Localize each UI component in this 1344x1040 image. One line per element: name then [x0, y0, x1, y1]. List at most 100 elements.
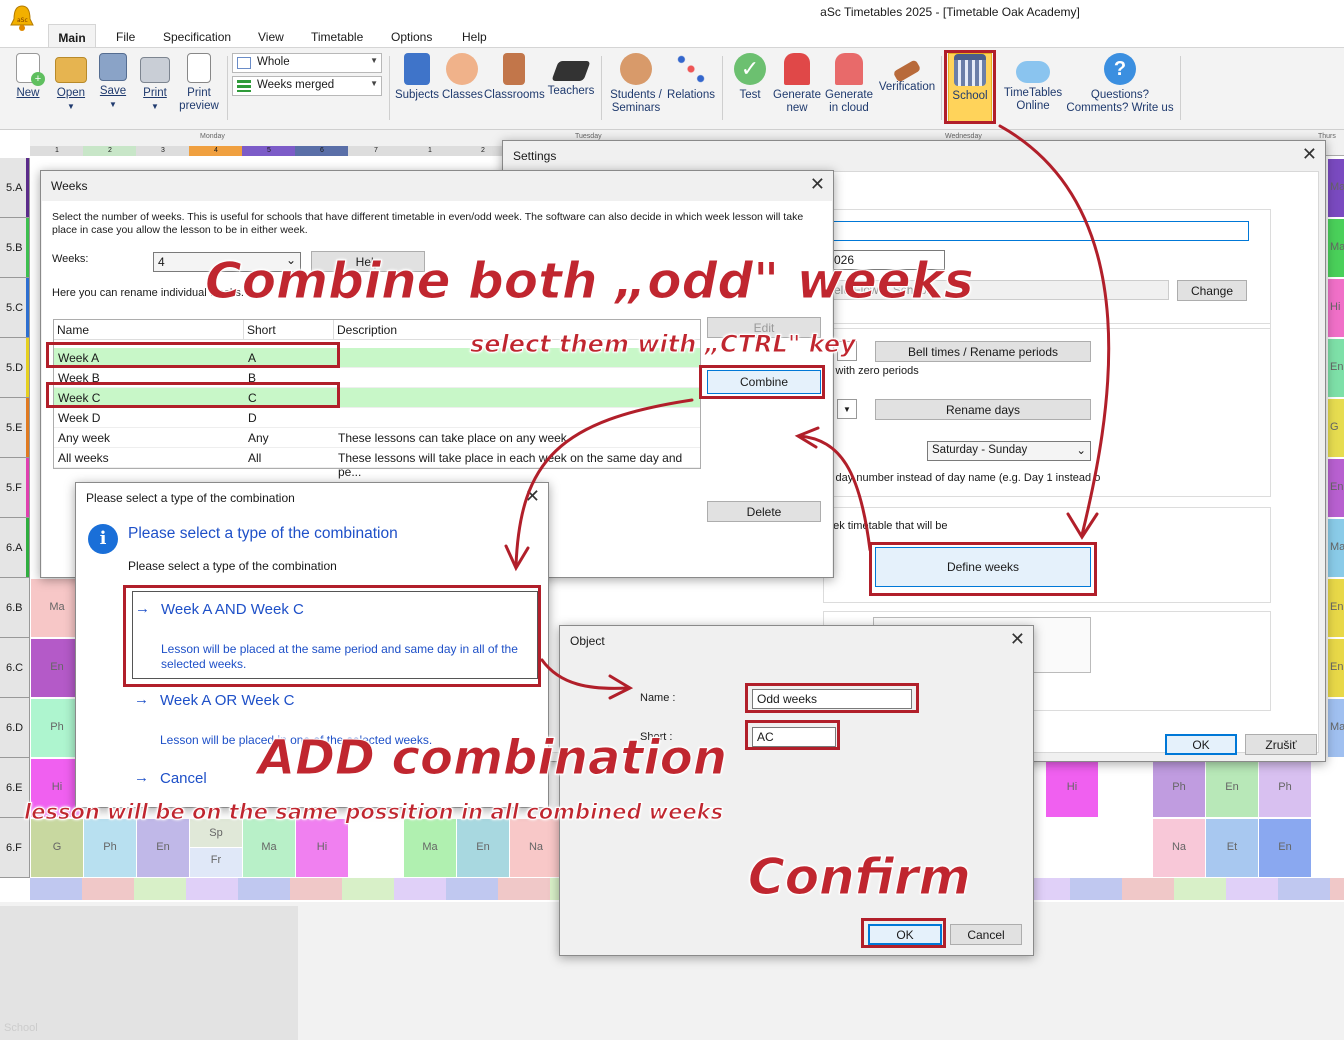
subjects-button[interactable]: Subjects	[394, 53, 440, 102]
new-button[interactable]: + New	[10, 53, 46, 100]
questions-button[interactable]: ? Questions? Comments? Write us	[1064, 53, 1176, 115]
tt-online-label-1: TimeTables	[1003, 87, 1063, 99]
object-cancel-button[interactable]: Cancel	[950, 924, 1022, 945]
lesson-cell[interactable]: En	[137, 819, 189, 877]
row-label-5f[interactable]: 5.F	[0, 458, 30, 518]
arrow-right-icon: →	[134, 769, 149, 786]
col-header-name[interactable]: Name	[54, 320, 244, 340]
row-label-6a[interactable]: 6.A	[0, 518, 30, 578]
chevron-down-icon: ▼	[370, 56, 378, 65]
rename-days-button[interactable]: Rename days	[875, 399, 1091, 420]
verification-button[interactable]: Verification	[876, 53, 938, 94]
week-row-d[interactable]: Week D D	[54, 408, 700, 428]
row-label-5b[interactable]: 5.B	[0, 218, 30, 278]
row-label-5a[interactable]: 5.A	[0, 158, 30, 218]
lesson-cell[interactable]: En	[1328, 339, 1344, 397]
menu-main[interactable]: Main	[48, 24, 96, 48]
menu-file[interactable]: File	[116, 30, 135, 44]
delete-button[interactable]: Delete	[707, 501, 821, 522]
weekend-select[interactable]: Saturday - Sunday ⌄	[927, 441, 1091, 461]
generate-in-cloud-button[interactable]: Generate in cloud	[824, 53, 874, 115]
week-row-all[interactable]: All weeks All These lessons will take plac…	[54, 448, 700, 479]
print-button[interactable]: Print ▼	[138, 53, 172, 113]
week-row-any[interactable]: Any week Any These lessons can take place …	[54, 428, 700, 448]
days-dropdown[interactable]: ▼	[837, 399, 857, 419]
row-label-6d[interactable]: 6.D	[0, 698, 30, 758]
open-button[interactable]: Open ▼	[52, 53, 90, 113]
lesson-cell[interactable]: Ma	[1328, 219, 1344, 277]
classrooms-button[interactable]: Classrooms	[484, 53, 545, 102]
lesson-cell[interactable]: En	[1206, 759, 1258, 817]
grid-icon	[237, 57, 251, 69]
lesson-cell[interactable]: Fr	[190, 848, 242, 877]
lesson-cell[interactable]: Hi	[296, 819, 348, 877]
col-header-short[interactable]: Short	[244, 320, 334, 340]
week-timetable-label: eek timetable that will be	[827, 520, 948, 532]
save-dropdown-icon[interactable]: ▼	[96, 98, 130, 111]
highlight-and-option	[123, 585, 541, 687]
week-view-select[interactable]: Weeks merged ▼	[232, 76, 382, 96]
lesson-cell[interactable]: Hi	[1046, 759, 1098, 817]
lesson-cell[interactable]: Ph	[1259, 759, 1311, 817]
settings-ok-button[interactable]: OK	[1165, 734, 1237, 755]
menu-specification[interactable]: Specification	[163, 30, 231, 44]
close-icon[interactable]: ✕	[1010, 629, 1025, 650]
menu-help[interactable]: Help	[462, 30, 487, 44]
open-dropdown-icon[interactable]: ▼	[52, 100, 90, 113]
lesson-cell[interactable]: G	[31, 819, 83, 877]
object-dialog: Object ✕ Name : Odd weeks Short : AC OK …	[559, 625, 1034, 956]
weeks-description: Select the number of weeks. This is usef…	[52, 211, 804, 236]
siren-icon	[784, 53, 810, 85]
app-bell-icon[interactable]: aSc	[8, 3, 38, 33]
annotation-ctrl: select them with „CTRL" key	[470, 330, 857, 359]
close-icon[interactable]: ✕	[525, 486, 540, 507]
timetables-online-button[interactable]: TimeTables Online	[1000, 53, 1066, 113]
lesson-cell[interactable]: Ph	[1153, 759, 1205, 817]
close-icon[interactable]: ✕	[1302, 144, 1317, 165]
lesson-cell[interactable]: Hi	[1328, 279, 1344, 337]
teachers-button[interactable]: Teachers	[546, 53, 596, 98]
period-number: 4	[214, 147, 218, 154]
lesson-cell[interactable]: Ph	[84, 819, 136, 877]
footer-panel	[0, 906, 298, 1040]
question-mark-icon: ?	[1104, 53, 1136, 85]
lesson-cell[interactable]: G	[1328, 399, 1344, 457]
lesson-cell[interactable]: Na	[1153, 819, 1205, 877]
lesson-cell[interactable]: Ma	[1328, 699, 1344, 757]
lesson-cell[interactable]: Ma	[404, 819, 456, 877]
classes-button[interactable]: Classes	[442, 53, 483, 102]
lesson-cell[interactable]: En	[457, 819, 509, 877]
close-icon[interactable]: ✕	[810, 174, 825, 195]
menu-options[interactable]: Options	[391, 30, 432, 44]
change-button[interactable]: Change	[1177, 280, 1247, 301]
lesson-cell[interactable]: En	[1328, 639, 1344, 697]
row-label-6b[interactable]: 6.B	[0, 578, 30, 638]
generate-new-button[interactable]: Generate new	[772, 53, 822, 115]
lesson-cell[interactable]: En	[1259, 819, 1311, 877]
relations-button[interactable]: Relations	[666, 53, 716, 102]
bell-times-button[interactable]: Bell times / Rename periods	[875, 341, 1091, 362]
row-label-5e[interactable]: 5.E	[0, 398, 30, 458]
students-seminars-button[interactable]: Students / Seminars	[606, 53, 666, 115]
menu-timetable[interactable]: Timetable	[311, 30, 363, 44]
row-label-6f[interactable]: 6.F	[0, 818, 30, 878]
lesson-cell[interactable]: En	[1328, 579, 1344, 637]
lesson-cell[interactable]: Na	[510, 819, 562, 877]
lesson-cell[interactable]: Ma	[243, 819, 295, 877]
ribbon-separator	[227, 56, 228, 120]
school-name-field[interactable]	[829, 221, 1249, 241]
view-scope-select[interactable]: Whole ▼	[232, 53, 382, 73]
settings-cancel-button[interactable]: Zrušiť	[1245, 734, 1317, 755]
row-label-6c[interactable]: 6.C	[0, 638, 30, 698]
row-label-5c[interactable]: 5.C	[0, 278, 30, 338]
print-preview-button[interactable]: Print preview	[178, 53, 220, 113]
lesson-cell[interactable]: Et	[1206, 819, 1258, 877]
print-dropdown-icon[interactable]: ▼	[138, 100, 172, 113]
test-button[interactable]: ✓ Test	[730, 53, 770, 102]
lesson-cell[interactable]: Ma	[1328, 159, 1344, 217]
lesson-cell[interactable]: Ma	[1328, 519, 1344, 577]
save-button[interactable]: Save ▼	[96, 53, 130, 111]
row-label-5d[interactable]: 5.D	[0, 338, 30, 398]
menu-view[interactable]: View	[258, 30, 284, 44]
lesson-cell[interactable]: En	[1328, 459, 1344, 517]
